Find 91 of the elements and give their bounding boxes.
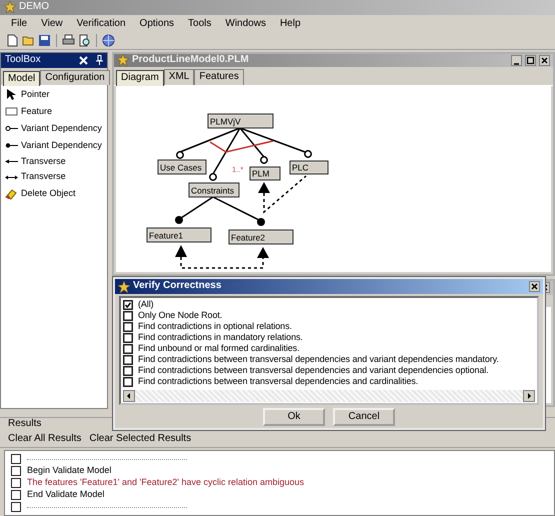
checkbox[interactable] [123,354,133,364]
feature-node[interactable]: PLC [290,160,328,174]
app-star-icon [4,1,16,14]
mandatory-marker-icon [257,218,265,226]
option-checkbox[interactable]: Find contradictions in optional relations. [123,321,535,332]
optional-marker-icon [209,172,217,181]
menu-item[interactable]: Help [272,16,308,32]
feature-node[interactable]: Constraints [188,182,240,198]
eraser-icon [5,186,18,200]
feature-node[interactable]: Use Cases [158,159,206,174]
panel-title: ToolBox [5,54,42,66]
menu-item[interactable]: Windows [218,16,273,32]
menu-item[interactable]: Tools [181,16,218,32]
option-checkbox[interactable]: Find contradictions between transversal dependencies and variant dependencies mandatory. [123,354,535,365]
result-message: End Validate Model [27,489,104,501]
tab[interactable]: Diagram [116,70,164,86]
option-checkbox[interactable]: Only One Node Root. [123,310,535,321]
checkbox[interactable] [123,376,133,386]
option-checkbox[interactable]: Find contradictions in mandatory relations. [123,332,535,343]
optional-marker-icon [260,156,268,164]
optional-marker-icon [304,150,312,158]
optional-marker-icon [176,150,184,159]
checkbox[interactable] [123,322,133,332]
globe-icon[interactable] [102,34,115,48]
new-document-icon[interactable] [6,34,19,48]
scroll-left-icon[interactable] [123,390,135,402]
toolbar-button[interactable]: Clear Selected Results [89,432,192,445]
dialog-button[interactable]: Ok [263,408,325,426]
horizontal-scrollbar[interactable] [123,390,535,402]
tool-item[interactable]: Transverse [1,154,107,170]
checkbox[interactable] [11,466,21,476]
printer-icon[interactable] [62,34,75,48]
folder-icon[interactable] [22,34,35,48]
rectangle-icon [5,105,18,118]
minimize-icon[interactable] [511,54,522,66]
section-title: Results [8,418,42,429]
option-checkbox[interactable]: Find unbound or mal formed cardinalities. [123,343,535,354]
double-arrow-icon [5,174,18,180]
close-icon[interactable] [539,54,550,66]
dependency-arrow [258,175,306,214]
connector-line [212,196,260,220]
star-icon [118,280,130,292]
tool-item[interactable]: Feature [1,103,107,120]
checkbox[interactable] [11,478,21,488]
checkbox[interactable] [11,490,21,500]
option-checkbox[interactable]: Find contradictions between transversal dependencies and cardinalities. [123,376,535,387]
tool-item[interactable]: Pointer [1,86,107,104]
feature-node[interactable]: PLMVjV [208,113,274,128]
pin-icon[interactable] [96,55,103,66]
result-message: Begin Validate Model [27,465,112,477]
tab[interactable]: Model [3,70,40,86]
feature-node[interactable]: Feature1 [146,227,212,242]
maximize-icon[interactable] [525,54,536,66]
toolbar-button[interactable]: Clear All Results [8,432,82,445]
tab[interactable]: Configuration [40,70,110,86]
tool-item[interactable]: Variant Dependency [1,137,107,154]
app-star-icon [117,54,129,66]
menu-item[interactable]: View [34,16,70,32]
print-preview-icon[interactable] [78,34,91,48]
option-checkbox[interactable]: Find contradictions between transversal dependencies and variant dependencies optional. [123,365,535,376]
window-title: DEMO [19,1,49,14]
menu-item[interactable]: Verification [70,16,133,32]
option-checkbox[interactable]: (All) [123,299,535,310]
dialog-title: Verify Correctness [133,280,222,293]
feature-node[interactable]: PLM [250,166,280,180]
menu-item[interactable]: Options [132,16,182,32]
checkbox[interactable] [123,344,133,354]
left-arrow-icon [5,159,18,164]
feature-node[interactable]: Feature2 [228,229,294,244]
document-title: ProductLineModel0.PLM [132,54,250,67]
scroll-right-icon[interactable] [523,390,535,402]
tool-item[interactable]: Variant Dependency [1,120,107,138]
dialog-button[interactable]: Cancel [333,408,395,426]
tab[interactable]: XML [164,69,194,85]
tab[interactable]: Features [194,69,244,85]
close-icon[interactable] [529,281,540,292]
menu-item[interactable]: File [4,16,34,32]
checkbox[interactable] [11,454,21,464]
checkbox[interactable] [123,366,133,376]
checkbox[interactable] [123,310,133,320]
checkbox[interactable] [123,332,133,342]
checkbox[interactable] [11,502,21,512]
pointer-icon [5,88,18,102]
save-icon[interactable] [38,34,51,48]
connector-line [180,196,214,218]
checkbox[interactable] [123,300,133,310]
group-relation-line [210,140,274,152]
tool-item[interactable]: Transverse [1,169,107,185]
error-message: The features 'Feature1' and 'Feature2' have cyclic relation ambiguous [27,477,304,489]
mandatory-marker-icon [175,216,183,224]
tool-item[interactable]: Delete Object [1,184,107,202]
